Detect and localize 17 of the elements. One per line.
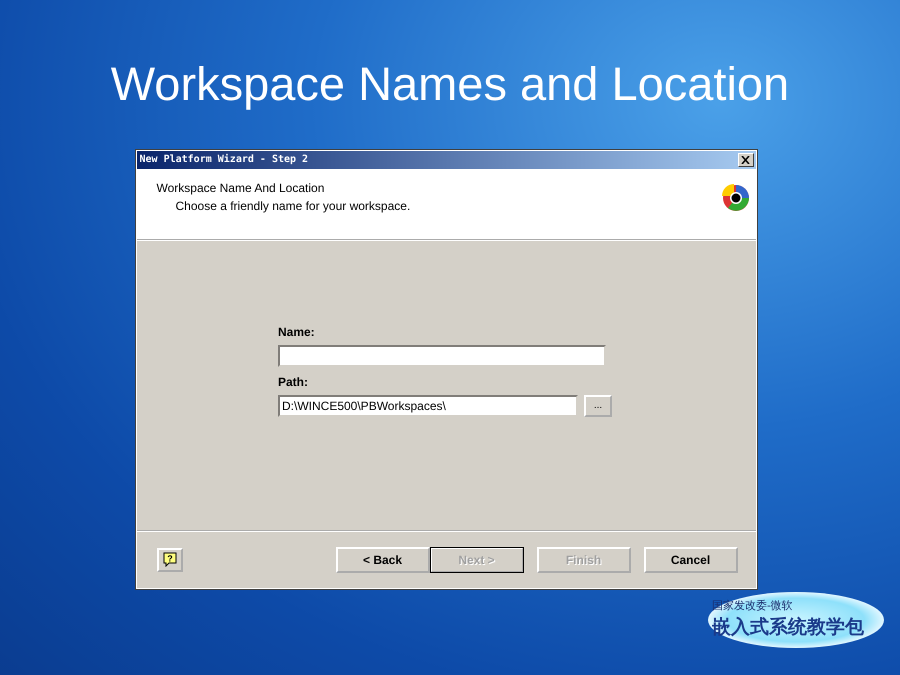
text-field[interactable]: [278, 344, 606, 367]
wizard-logo-icon: [720, 182, 750, 212]
field-label: Name:: [278, 324, 316, 339]
window-title: New Platform Wizard - Step 2: [140, 154, 308, 166]
help-icon: ?: [162, 552, 176, 568]
browse-button[interactable]: ...: [584, 394, 612, 417]
help-button[interactable]: ?: [156, 548, 182, 572]
brand-title: 嵌入式系统教学包: [712, 616, 865, 640]
step-description: Choose a friendly name for your workspace.: [174, 198, 410, 213]
text-field[interactable]: D:\WINCE500\PBWorkspaces\: [278, 394, 578, 417]
wizard-button[interactable]: Cancel: [644, 546, 738, 573]
wizard-button[interactable]: < Back: [336, 546, 430, 573]
slide-title: Workspace Names and Location: [110, 58, 790, 110]
step-heading: Workspace Name And Location: [156, 180, 326, 195]
close-button[interactable]: [738, 152, 754, 167]
field-label: Path:: [278, 374, 309, 389]
close-icon: [741, 156, 750, 164]
